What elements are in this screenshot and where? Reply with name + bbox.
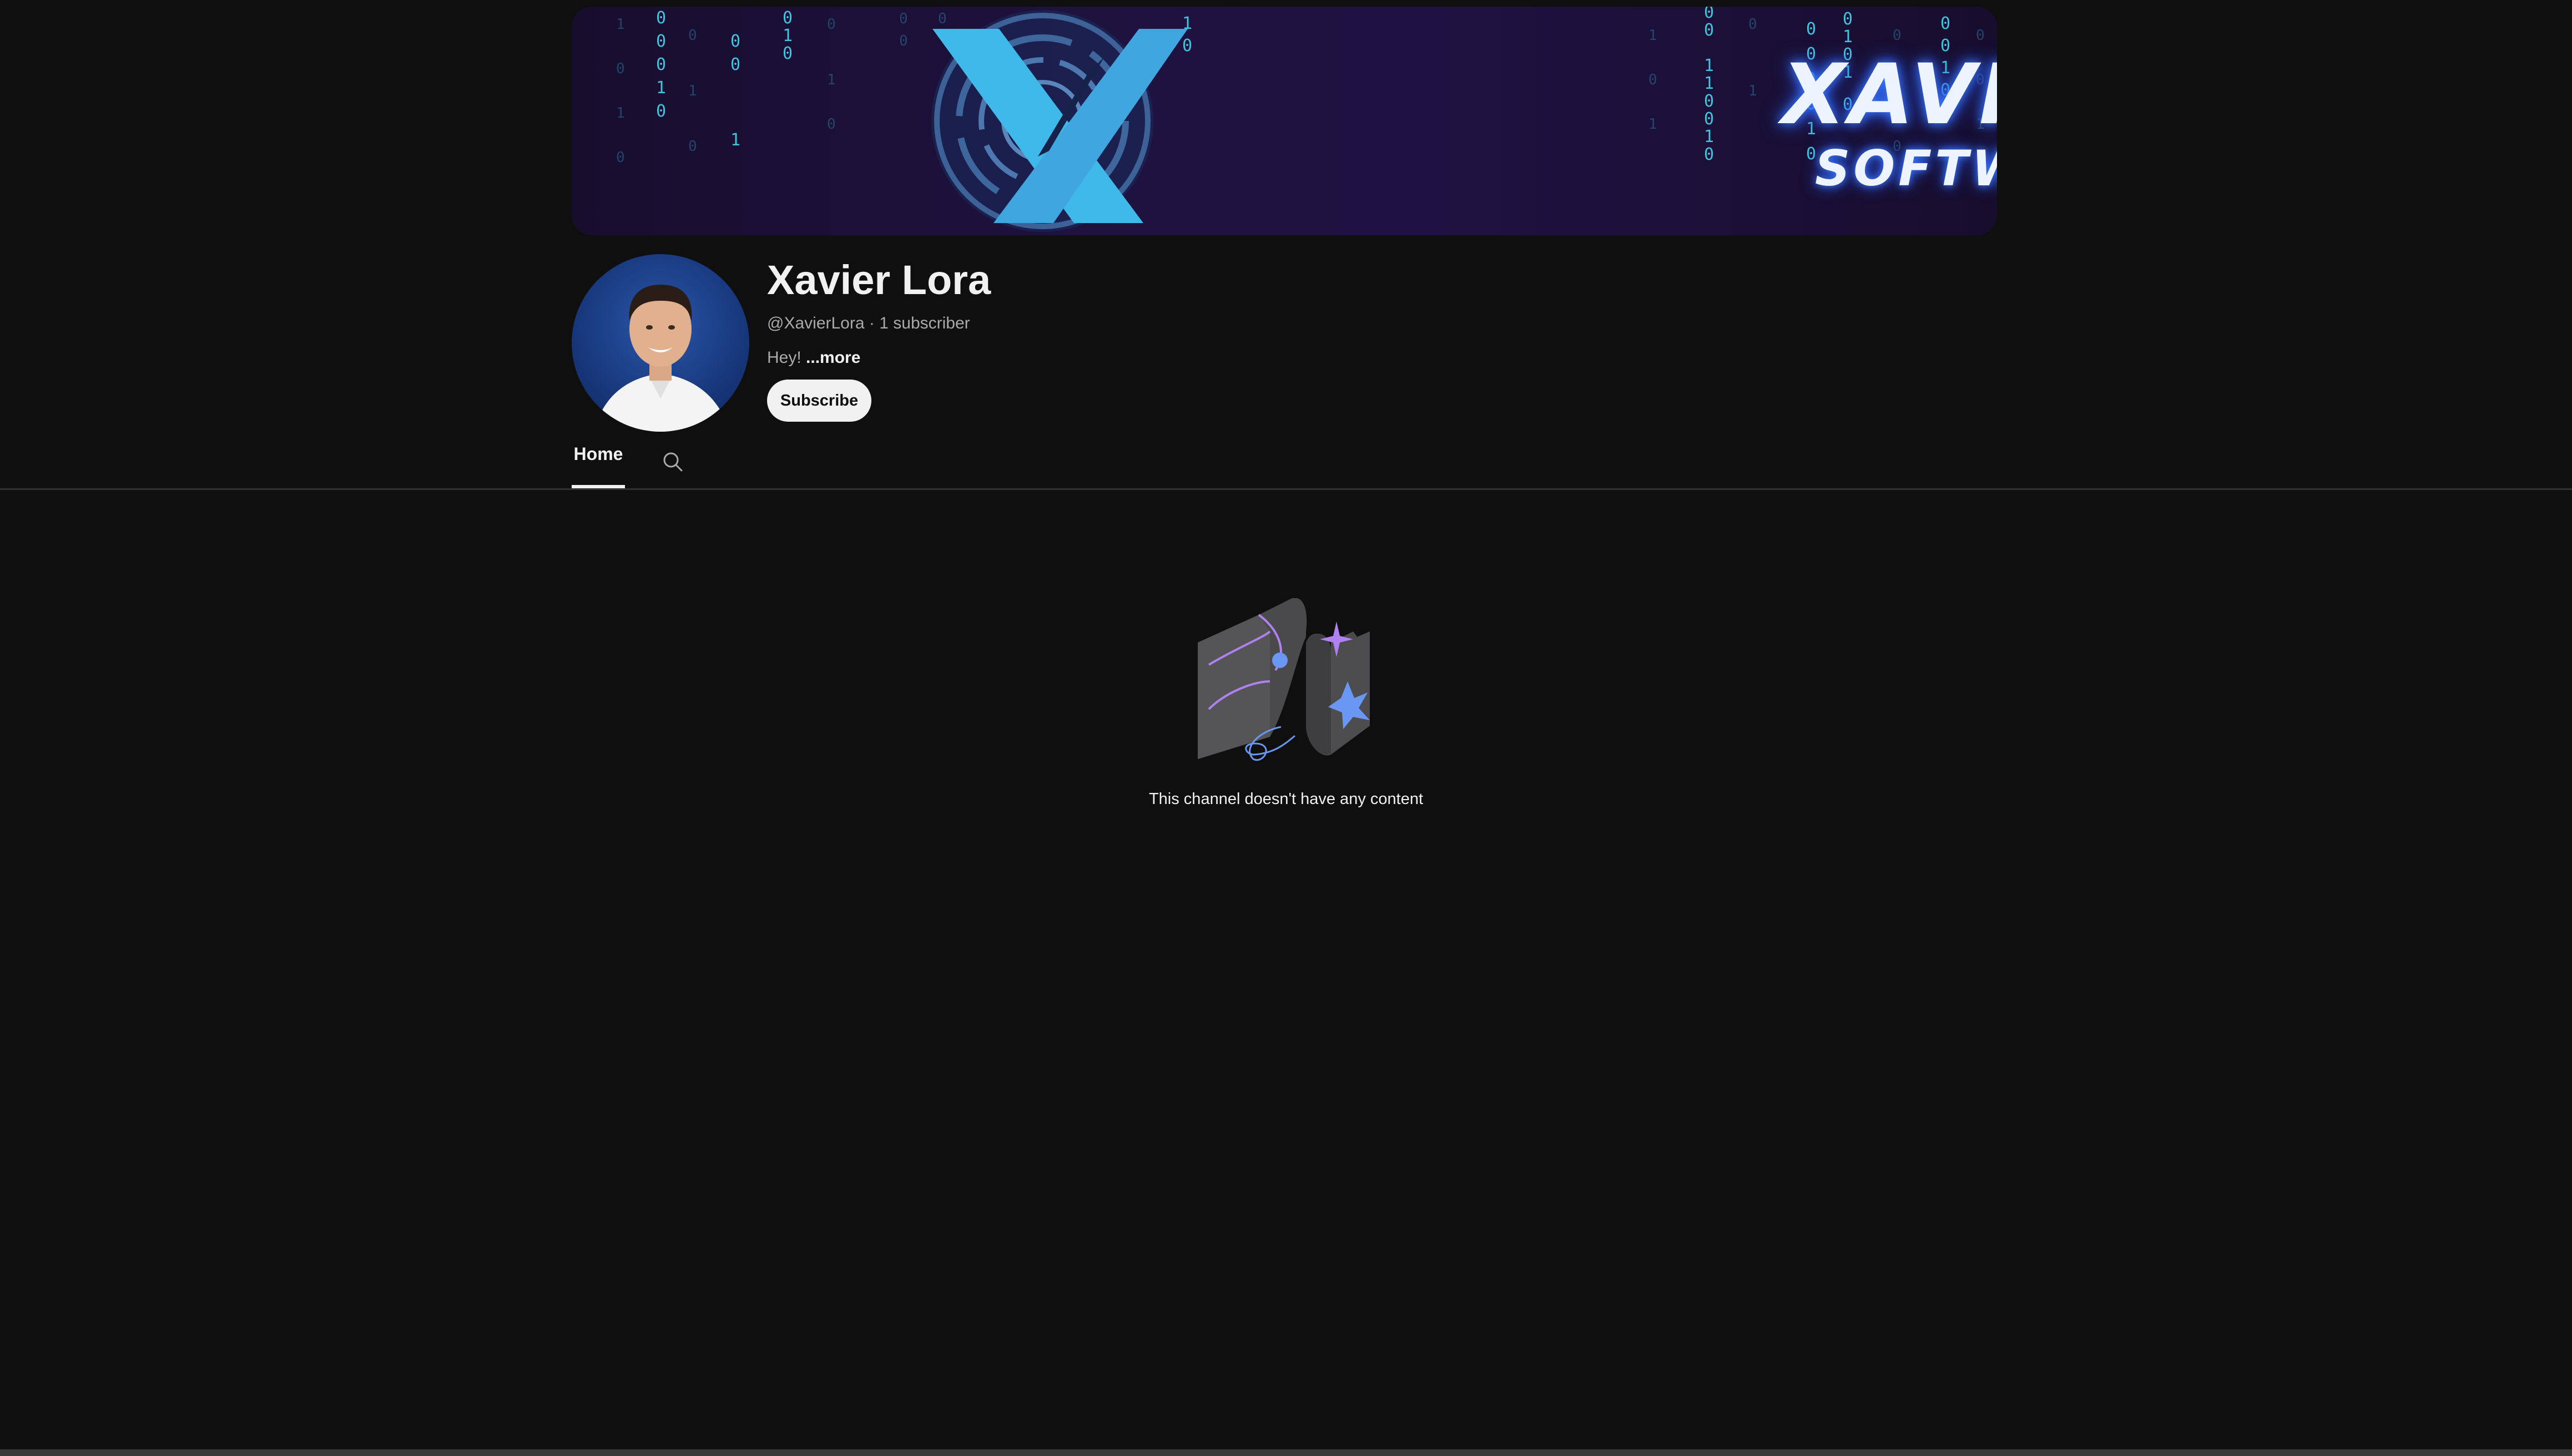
subscriber-count: 1 subscriber bbox=[879, 314, 970, 332]
svg-text:0: 0 bbox=[656, 32, 666, 51]
svg-text:0: 0 bbox=[656, 102, 666, 121]
channel-page: 00010 001 010 10 00110010 000010 01010 0… bbox=[0, 0, 2572, 1456]
svg-text:1: 1 bbox=[783, 26, 793, 46]
channel-banner: 00010 001 010 10 00110010 000010 01010 0… bbox=[572, 7, 1997, 235]
svg-text:0: 0 bbox=[616, 60, 625, 77]
window-bottom-edge bbox=[0, 1449, 2572, 1456]
svg-text:0: 0 bbox=[1893, 27, 1902, 44]
svg-text:0: 0 bbox=[688, 138, 697, 155]
svg-text:0: 0 bbox=[1748, 16, 1757, 33]
svg-text:0: 0 bbox=[656, 55, 666, 74]
tab-home-label: Home bbox=[573, 444, 623, 464]
svg-text:0: 0 bbox=[827, 16, 836, 33]
svg-text:0: 0 bbox=[730, 32, 740, 51]
svg-text:1: 1 bbox=[616, 16, 625, 33]
svg-text:0: 0 bbox=[899, 33, 908, 49]
svg-text:0: 0 bbox=[1843, 9, 1853, 29]
avatar-photo bbox=[594, 285, 730, 432]
svg-text:1: 1 bbox=[1704, 56, 1714, 75]
svg-text:1: 1 bbox=[1748, 83, 1757, 99]
channel-avatar[interactable] bbox=[572, 254, 749, 432]
svg-text:0: 0 bbox=[656, 8, 666, 28]
channel-name: Xavier Lora bbox=[767, 257, 991, 303]
more-link[interactable]: ...more bbox=[806, 348, 860, 367]
svg-text:0: 0 bbox=[730, 55, 740, 74]
tab-home[interactable]: Home bbox=[572, 444, 625, 488]
svg-text:1: 1 bbox=[1843, 27, 1853, 47]
svg-text:0: 0 bbox=[1704, 7, 1714, 22]
svg-text:0: 0 bbox=[1704, 145, 1714, 164]
svg-text:0: 0 bbox=[783, 8, 793, 28]
svg-text:0: 0 bbox=[1182, 36, 1192, 55]
empty-state-message: This channel doesn't have any content bbox=[1148, 790, 1424, 808]
tabs-divider bbox=[0, 488, 2572, 490]
channel-meta: @XavierLora · 1 subscriber bbox=[767, 314, 970, 333]
svg-text:0: 0 bbox=[938, 11, 947, 27]
subscribe-button[interactable]: Subscribe bbox=[767, 380, 871, 422]
svg-text:0: 0 bbox=[1940, 14, 1950, 33]
svg-text:1: 1 bbox=[827, 72, 836, 88]
svg-text:0: 0 bbox=[1704, 92, 1714, 111]
svg-text:0: 0 bbox=[899, 11, 908, 27]
banner-subtitle: SOFTWARE & TECH bbox=[1815, 140, 1997, 197]
search-icon[interactable] bbox=[662, 451, 684, 473]
svg-text:1: 1 bbox=[616, 105, 625, 122]
svg-text:0: 0 bbox=[1976, 27, 1985, 44]
svg-text:1: 1 bbox=[1648, 116, 1657, 133]
svg-text:0: 0 bbox=[1704, 21, 1714, 40]
channel-handle[interactable]: @XavierLora bbox=[767, 314, 865, 332]
svg-text:0: 0 bbox=[688, 27, 697, 44]
svg-text:1: 1 bbox=[656, 78, 666, 98]
svg-text:1: 1 bbox=[688, 83, 697, 99]
svg-text:0: 0 bbox=[1704, 109, 1714, 129]
empty-channel-illustration bbox=[1192, 598, 1376, 765]
svg-text:0: 0 bbox=[783, 44, 793, 63]
svg-text:1: 1 bbox=[730, 130, 740, 150]
meta-separator: · bbox=[869, 314, 875, 332]
svg-text:0: 0 bbox=[616, 149, 625, 166]
banner-title: XAVIER LORA bbox=[1782, 47, 1997, 143]
svg-text:0: 0 bbox=[1648, 72, 1657, 88]
svg-text:0: 0 bbox=[1806, 19, 1816, 39]
svg-text:1: 1 bbox=[1648, 27, 1657, 44]
svg-text:1: 1 bbox=[1704, 74, 1714, 93]
svg-text:0: 0 bbox=[827, 116, 836, 133]
svg-text:1: 1 bbox=[1704, 127, 1714, 146]
description-text: Hey! bbox=[767, 348, 801, 367]
channel-description[interactable]: Hey! ...more bbox=[767, 348, 860, 367]
